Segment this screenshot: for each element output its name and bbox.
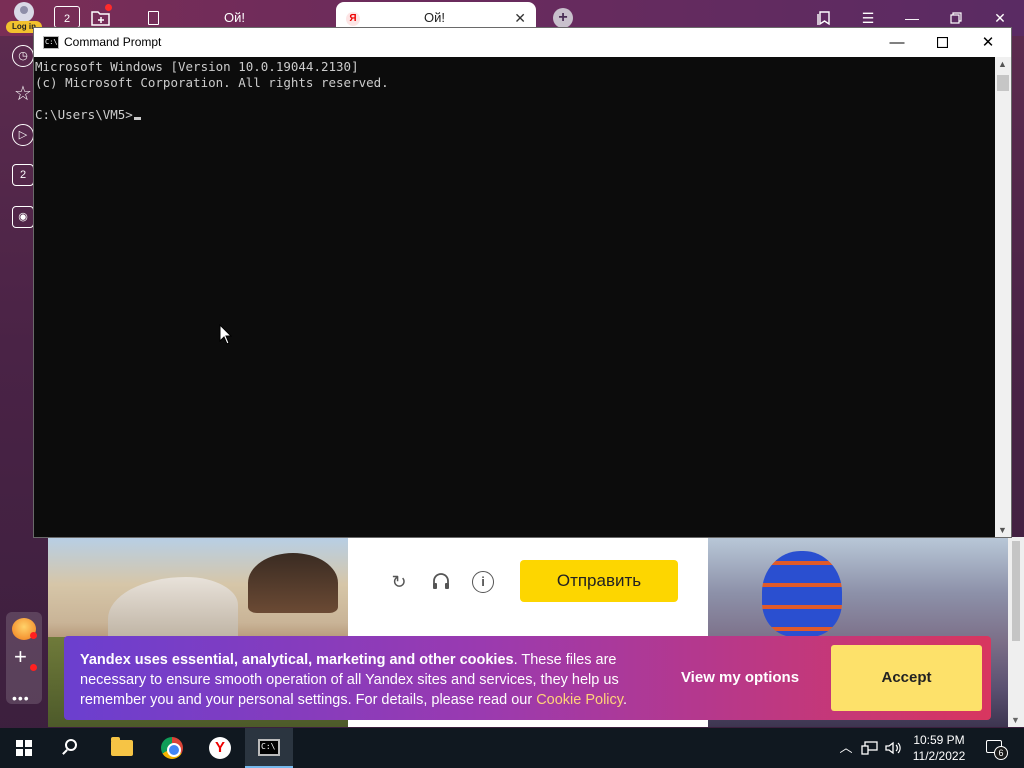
yandex-browser-button[interactable]: Y bbox=[196, 728, 244, 768]
hot-air-balloon bbox=[762, 551, 842, 637]
cmd-title-bar[interactable]: C:\ Command Prompt — ✕ bbox=[34, 28, 1011, 57]
media-button[interactable]: ▷ bbox=[12, 124, 34, 146]
cookie-policy-link[interactable]: Cookie Policy bbox=[536, 692, 623, 708]
command-prompt-window[interactable]: C:\ Command Prompt — ✕ Microsoft Windows… bbox=[33, 27, 1012, 538]
volume-icon[interactable] bbox=[884, 728, 904, 768]
action-center-button[interactable]: 6 bbox=[980, 728, 1020, 768]
text-cursor bbox=[133, 117, 141, 120]
clock-time: 10:59 PM bbox=[913, 733, 965, 747]
rock-formation bbox=[248, 553, 338, 613]
restore-icon bbox=[950, 12, 962, 24]
notification-dot-icon bbox=[105, 4, 112, 11]
speaker-svg bbox=[885, 741, 901, 755]
notification-dot-icon bbox=[30, 664, 37, 671]
cookie-message-end: . bbox=[622, 692, 627, 708]
cmd-window-title: Command Prompt bbox=[64, 35, 162, 49]
play-icon: ▷ bbox=[18, 129, 28, 141]
cmd-maximize-button[interactable] bbox=[919, 28, 965, 57]
collections-button[interactable]: 2 bbox=[12, 164, 34, 186]
star-icon: ☆ bbox=[14, 83, 32, 105]
windows-taskbar: Y C:\ ︿ 10:59 PM 11/2/2022 6 bbox=[0, 728, 1024, 768]
console-line: (c) Microsoft Corporation. All rights re… bbox=[35, 75, 389, 90]
collections-count: 2 bbox=[19, 169, 27, 181]
console-prompt: C:\Users\VM5> bbox=[35, 107, 133, 122]
yandex-icon: Y bbox=[209, 737, 231, 759]
search-icon bbox=[65, 739, 77, 751]
bookmarks-icon bbox=[817, 11, 830, 26]
add-app-icon[interactable]: + bbox=[14, 646, 27, 668]
clock-icon: ◷ bbox=[18, 50, 28, 62]
search-button[interactable] bbox=[48, 728, 96, 768]
page-scrollbar-thumb[interactable] bbox=[1012, 541, 1020, 641]
headphones-svg bbox=[433, 573, 449, 589]
close-icon: ✕ bbox=[981, 34, 995, 51]
console-output[interactable]: Microsoft Windows [Version 10.0.19044.21… bbox=[34, 57, 995, 537]
more-icon[interactable]: ••• bbox=[12, 690, 30, 706]
cmd-close-button[interactable]: ✕ bbox=[965, 28, 1011, 57]
minimize-icon: — bbox=[905, 10, 919, 26]
minimize-icon: — bbox=[889, 34, 905, 51]
cmd-scrollbar[interactable]: ▲ ▼ bbox=[995, 57, 1011, 537]
view-options-button[interactable]: View my options bbox=[672, 666, 808, 690]
user-avatar-icon bbox=[14, 2, 34, 22]
console-prompt-line: C:\Users\VM5> bbox=[35, 107, 995, 123]
folder-icon bbox=[111, 737, 133, 756]
chrome-button[interactable] bbox=[148, 728, 196, 768]
yandex-favicon-icon: Я bbox=[346, 12, 360, 26]
folder-plus-icon bbox=[91, 11, 110, 26]
refresh-icon[interactable]: ↻ bbox=[388, 571, 410, 593]
maximize-icon bbox=[936, 36, 948, 49]
clock-date: 11/2/2022 bbox=[912, 749, 966, 763]
mouse-pointer-icon bbox=[219, 324, 233, 345]
windows-logo-icon bbox=[16, 740, 32, 756]
file-explorer-button[interactable] bbox=[98, 728, 146, 768]
notification-count: 6 bbox=[994, 746, 1008, 760]
system-clock[interactable]: 10:59 PM 11/2/2022 bbox=[908, 732, 970, 764]
cookie-message-bold: Yandex uses essential, analytical, marke… bbox=[80, 652, 514, 668]
cmd-minimize-button[interactable]: — bbox=[874, 28, 920, 57]
accept-cookies-button[interactable]: Accept bbox=[831, 645, 982, 711]
submit-button[interactable]: Отправить bbox=[520, 560, 678, 602]
chevron-up-icon: ︿ bbox=[839, 740, 853, 755]
start-button[interactable] bbox=[0, 728, 48, 768]
chrome-icon bbox=[161, 737, 183, 759]
new-tab-button[interactable]: + bbox=[553, 8, 573, 28]
info-icon[interactable]: i bbox=[472, 571, 494, 593]
home-tab-count: 2 bbox=[63, 13, 71, 25]
cmd-taskbar-button[interactable]: C:\ bbox=[245, 728, 293, 768]
close-icon: ✕ bbox=[994, 10, 1006, 26]
document-icon bbox=[148, 11, 159, 25]
console-line: Microsoft Windows [Version 10.0.19044.21… bbox=[35, 59, 359, 74]
cmd-scrollbar-thumb[interactable] bbox=[997, 75, 1009, 91]
scroll-up-arrow-icon[interactable]: ▲ bbox=[998, 59, 1007, 69]
headphones-icon[interactable] bbox=[430, 571, 452, 593]
screenshot-button[interactable]: ◉ bbox=[12, 206, 34, 228]
cookie-banner: Yandex uses essential, analytical, marke… bbox=[64, 636, 991, 720]
hamburger-icon: ☰ bbox=[861, 10, 875, 26]
cookie-message: Yandex uses essential, analytical, marke… bbox=[80, 650, 660, 710]
show-hidden-icons-button[interactable]: ︿ bbox=[838, 728, 854, 768]
cmd-app-icon: C:\ bbox=[43, 36, 59, 49]
scroll-down-arrow-icon[interactable]: ▼ bbox=[998, 525, 1007, 535]
scroll-down-arrow-icon[interactable]: ▼ bbox=[1011, 715, 1020, 725]
camera-icon: ◉ bbox=[18, 211, 28, 223]
network-svg bbox=[861, 741, 878, 755]
home-tab-button[interactable]: 2 bbox=[54, 6, 80, 28]
history-button[interactable]: ◷ bbox=[12, 45, 34, 67]
bookmarks-sidebar-button[interactable]: ☆ bbox=[12, 84, 34, 106]
network-icon[interactable] bbox=[860, 728, 880, 768]
page-scrollbar[interactable]: ▼ bbox=[1008, 537, 1024, 727]
cmd-icon: C:\ bbox=[258, 739, 280, 756]
notification-dot-icon bbox=[30, 632, 37, 639]
